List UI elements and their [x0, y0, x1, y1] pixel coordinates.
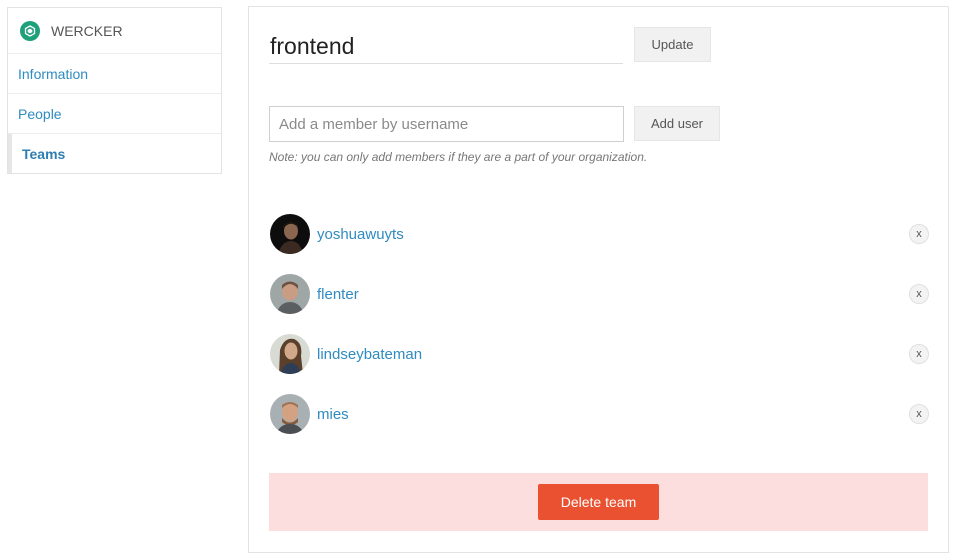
org-header[interactable]: WERCKER: [8, 8, 221, 54]
sidebar: WERCKER Information People Teams: [7, 7, 222, 174]
wercker-logo-icon: [20, 20, 40, 41]
avatar[interactable]: [270, 334, 310, 374]
sidebar-item-label: Information: [18, 65, 89, 82]
remove-member-button[interactable]: x: [909, 404, 929, 424]
remove-member-button[interactable]: x: [909, 284, 929, 304]
sidebar-item-label: Teams: [22, 145, 66, 162]
list-item: yoshuawuyts x: [270, 214, 930, 254]
member-list: yoshuawuyts x flenter x lindseybateman x…: [270, 214, 930, 454]
list-item: mies x: [270, 394, 930, 434]
remove-member-button[interactable]: x: [909, 224, 929, 244]
remove-member-button[interactable]: x: [909, 344, 929, 364]
delete-team-button[interactable]: Delete team: [538, 484, 659, 520]
org-name: WERCKER: [51, 22, 123, 39]
team-name-field[interactable]: frontend: [269, 29, 623, 64]
update-button[interactable]: Update: [634, 27, 711, 62]
member-username[interactable]: flenter: [317, 286, 359, 303]
list-item: flenter x: [270, 274, 930, 314]
member-username[interactable]: mies: [317, 406, 349, 423]
sidebar-item-label: People: [18, 105, 62, 122]
avatar[interactable]: [270, 394, 310, 434]
danger-zone: Delete team: [269, 473, 928, 531]
sidebar-item-teams[interactable]: Teams: [8, 134, 221, 173]
list-item: lindseybateman x: [270, 334, 930, 374]
member-username[interactable]: lindseybateman: [317, 346, 422, 363]
sidebar-item-people[interactable]: People: [8, 94, 221, 134]
avatar[interactable]: [270, 214, 310, 254]
membership-note: Note: you can only add members if they a…: [269, 150, 648, 164]
sidebar-item-information[interactable]: Information: [8, 54, 221, 94]
team-panel: frontend Update Add user Note: you can o…: [248, 6, 949, 553]
avatar[interactable]: [270, 274, 310, 314]
member-username[interactable]: yoshuawuyts: [317, 226, 404, 243]
add-user-button[interactable]: Add user: [634, 106, 720, 141]
add-member-input[interactable]: [269, 106, 624, 142]
